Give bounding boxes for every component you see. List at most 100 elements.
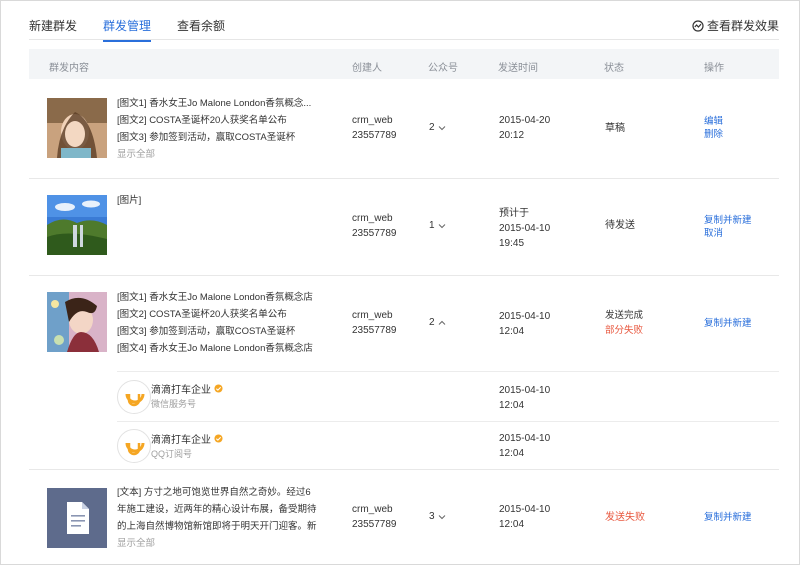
time-cell: 2015-04-10 12:04 (499, 309, 550, 339)
op-cell: 复制并新建 (704, 511, 752, 524)
show-all-link[interactable]: 显示全部 (117, 146, 311, 163)
account-count-toggle[interactable]: 1 (429, 220, 446, 231)
creator-name: crm_web (352, 310, 393, 321)
content-lines: [图文1] 香水女王Jo Malone London香氛概念店 [图文2] CO… (117, 289, 313, 357)
content-line: [图文3] 参加签到活动，赢取COSTA圣诞杯 (117, 132, 296, 143)
chevron-down-icon (438, 223, 445, 228)
creator-name: crm_web (352, 504, 393, 515)
creator-name: crm_web (352, 115, 393, 126)
article-thumbnail (47, 98, 107, 158)
op-cell: 编辑 删除 (704, 115, 723, 141)
show-all-link[interactable]: 显示全部 (117, 535, 317, 552)
content-line: [图文2] COSTA圣诞杯20人获奖名单公布 (117, 115, 287, 126)
text-thumbnail (47, 488, 107, 548)
time-date: 2015-04-20 (499, 115, 551, 126)
content-lines: [文本] 方寸之地可饱览世界自然之奇妙。经过6 年施工建设，近两年的精心设计布展… (117, 484, 317, 552)
time-cell: 2015-04-10 12:04 (499, 431, 550, 461)
tab-send-manage[interactable]: 群发管理 (103, 17, 152, 42)
time-cell: 2015-04-20 20:12 (499, 113, 550, 143)
view-effect-link[interactable]: 查看群发效果 (692, 17, 779, 34)
account-count: 2 (429, 317, 435, 328)
image-thumbnail (47, 195, 107, 255)
table-header: 群发内容 创建人 公众号 发送时间 状态 操作 (29, 49, 779, 79)
delete-link[interactable]: 删除 (704, 128, 723, 141)
creator-name: crm_web (352, 213, 393, 224)
content-line: 年施工建设，近两年的精心设计布展，备受期待 (117, 504, 317, 515)
time-clock: 12:04 (499, 326, 525, 337)
view-effect-label: 查看群发效果 (706, 19, 779, 33)
account-type: 微信服务号 (151, 399, 197, 409)
status-partial-fail: 部分失败 (605, 325, 644, 336)
tab-new-send[interactable]: 新建群发 (29, 17, 77, 40)
edit-link[interactable]: 编辑 (704, 115, 723, 128)
creator-cell: crm_web 23557789 (352, 211, 397, 241)
cancel-link[interactable]: 取消 (704, 227, 752, 240)
creator-id: 23557789 (352, 130, 397, 141)
op-cell: 复制并新建 取消 (704, 214, 752, 240)
copy-new-link[interactable]: 复制并新建 (704, 317, 752, 330)
chart-circle-icon (692, 19, 704, 32)
col-creator: 创建人 (352, 63, 382, 74)
chevron-up-icon (438, 320, 445, 325)
table-row: [图文1] 香水女王Jo Malone London香氛概念店 [图文2] CO… (29, 275, 779, 371)
time-clock: 20:12 (499, 130, 525, 141)
content-line: [图文4] 香水女王Jo Malone London香氛概念店 (117, 343, 313, 354)
content-line: [图文1] 香水女王Jo Malone London香氛概念... (117, 98, 312, 109)
col-account: 公众号 (428, 63, 458, 74)
time-prefix: 预计于 (499, 208, 529, 219)
time-cell: 2015-04-10 12:04 (499, 502, 550, 532)
account-count: 3 (429, 511, 435, 522)
status-text: 发送失败 (605, 512, 645, 523)
table-row: [图文1] 香水女王Jo Malone London香氛概念... [图文2] … (29, 79, 779, 179)
verified-icon (214, 384, 223, 393)
content-line: [图文1] 香水女王Jo Malone London香氛概念店 (117, 292, 313, 303)
content-lines: [图文1] 香水女王Jo Malone London香氛概念... [图文2] … (117, 95, 311, 163)
copy-new-link[interactable]: 复制并新建 (704, 511, 752, 524)
content-line: [图片] (117, 195, 142, 206)
time-cell: 2015-04-10 12:04 (499, 383, 550, 413)
didi-logo-icon (117, 380, 151, 414)
content-line: [文本] 方寸之地可饱览世界自然之奇妙。经过6 (117, 487, 311, 498)
chevron-down-icon (438, 514, 445, 519)
divider (117, 421, 779, 422)
creator-id: 23557789 (352, 325, 397, 336)
account-count: 2 (429, 122, 435, 133)
group-send-panel: 新建群发 群发管理 查看余额 查看群发效果 群发内容 创建人 公众号 发送时间 … (0, 0, 800, 565)
time-clock: 12:04 (499, 448, 525, 459)
sub-account-row: 滴滴打车企业 QQ订阅号 2015-04-10 12:04 (29, 421, 779, 469)
time-clock: 12:04 (499, 519, 525, 530)
divider (117, 371, 779, 372)
tab-bar: 新建群发 群发管理 查看余额 查看群发效果 (29, 13, 779, 42)
article-thumbnail (47, 292, 107, 352)
status-text: 发送完成 (605, 310, 644, 321)
table-row: [文本] 方寸之地可饱览世界自然之奇妙。经过6 年施工建设，近两年的精心设计布展… (29, 469, 779, 564)
time-date: 2015-04-10 (499, 223, 551, 234)
account-count-toggle[interactable]: 3 (429, 511, 446, 522)
col-op: 操作 (704, 63, 724, 74)
copy-new-link[interactable]: 复制并新建 (704, 214, 752, 227)
status-text: 草稿 (605, 123, 625, 134)
creator-id: 23557789 (352, 228, 397, 239)
creator-cell: crm_web 23557789 (352, 308, 397, 338)
creator-cell: crm_web 23557789 (352, 502, 397, 532)
chevron-down-icon (438, 125, 445, 130)
creator-id: 23557789 (352, 519, 397, 530)
time-date: 2015-04-10 (499, 385, 551, 396)
time-date: 2015-04-10 (499, 311, 551, 322)
didi-logo-icon (117, 429, 151, 463)
account-name-wrap: 滴滴打车企业 (151, 431, 223, 446)
op-cell: 复制并新建 (704, 317, 752, 330)
table-row: [图片] crm_web 23557789 1 预计于 2015-04-10 1… (29, 178, 779, 276)
status-text: 待发送 (605, 220, 635, 231)
content-line: [图文3] 参加签到活动，赢取COSTA圣诞杯 (117, 326, 296, 337)
account-count-toggle[interactable]: 2 (429, 122, 446, 133)
time-date: 2015-04-10 (499, 504, 551, 515)
account-name-wrap: 滴滴打车企业 (151, 381, 223, 396)
time-date: 2015-04-10 (499, 433, 551, 444)
content-line: 的上海自然博物馆新馆即将于明天开门迎客。新 (117, 521, 317, 532)
account-count-toggle[interactable]: 2 (429, 317, 446, 328)
time-cell: 预计于 2015-04-10 19:45 (499, 206, 550, 251)
account-count: 1 (429, 220, 435, 231)
content-line: [图文2] COSTA圣诞杯20人获奖名单公布 (117, 309, 287, 320)
tab-balance[interactable]: 查看余额 (177, 17, 225, 40)
